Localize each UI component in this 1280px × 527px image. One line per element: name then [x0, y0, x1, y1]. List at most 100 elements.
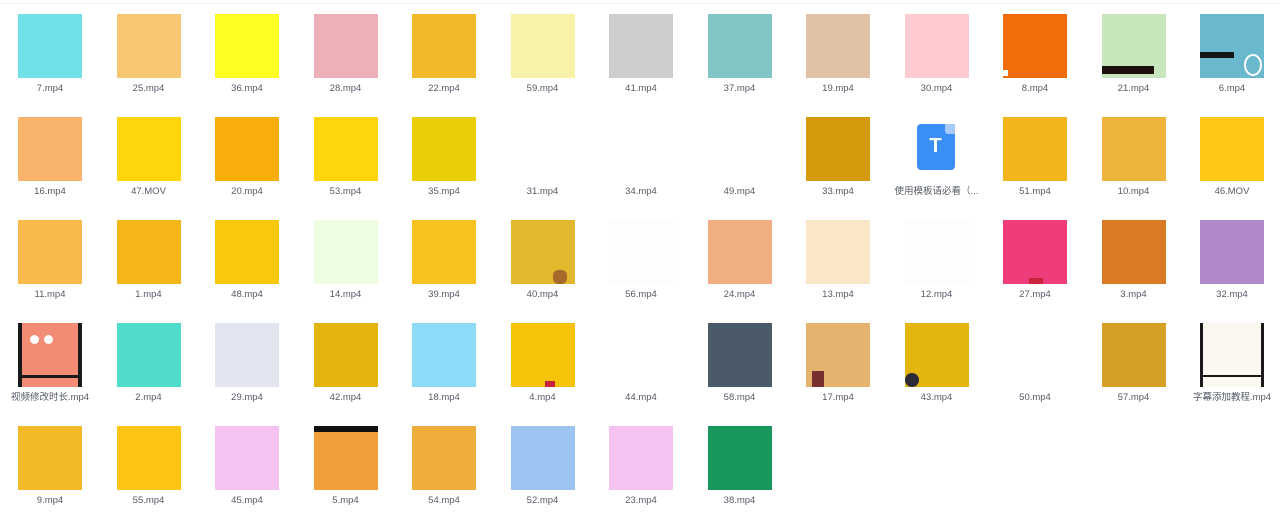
file-item[interactable]: 48.mp4: [198, 210, 296, 310]
file-item[interactable]: 52.mp4: [494, 416, 592, 516]
file-item[interactable]: 45.mp4: [198, 416, 296, 516]
file-item[interactable]: 5.mp4: [297, 416, 395, 516]
file-item[interactable]: 31.mp4: [494, 107, 592, 207]
file-name: 1.mp4: [135, 289, 162, 300]
file-item[interactable]: T 使用模板请必看（...: [888, 107, 986, 207]
file-item[interactable]: 56.mp4: [592, 210, 690, 310]
video-thumbnail: [116, 323, 181, 387]
file-name: 10.mp4: [1117, 186, 1150, 197]
file-name: 27.mp4: [1019, 289, 1051, 300]
file-name: 50.mp4: [1019, 392, 1051, 403]
file-name: 40.mp4: [526, 289, 559, 300]
file-item[interactable]: 57.mp4: [1085, 313, 1183, 413]
file-item[interactable]: 视频修改时长.mp4: [1, 313, 99, 413]
file-item[interactable]: 58.mp4: [691, 313, 789, 413]
file-item[interactable]: 18.mp4: [395, 313, 493, 413]
video-thumbnail: [215, 220, 279, 284]
file-name: 21.mp4: [1117, 83, 1150, 94]
video-thumbnail: [215, 117, 279, 181]
file-item[interactable]: 35.mp4: [395, 107, 493, 207]
file-name: 24.mp4: [723, 289, 756, 300]
video-thumbnail: [904, 14, 969, 78]
file-item[interactable]: 36.mp4: [198, 4, 296, 104]
file-item[interactable]: 50.mp4: [986, 313, 1084, 413]
file-item[interactable]: 9.mp4: [1, 416, 99, 516]
file-item[interactable]: 44.mp4: [592, 313, 690, 413]
file-item[interactable]: 43.mp4: [888, 313, 986, 413]
video-thumbnail: [1003, 220, 1067, 284]
file-item[interactable]: 7.mp4: [1, 4, 99, 104]
file-item[interactable]: 字幕添加教程.mp4: [1183, 313, 1280, 413]
file-item[interactable]: 28.mp4: [297, 4, 395, 104]
file-item[interactable]: 59.mp4: [494, 4, 592, 104]
file-item[interactable]: 32.mp4: [1183, 210, 1280, 310]
thumbnail-artwork: [18, 375, 82, 378]
file-item[interactable]: 6.mp4: [1183, 4, 1280, 104]
video-thumbnail: [510, 14, 575, 78]
video-thumbnail: [609, 426, 673, 490]
file-item[interactable]: 51.mp4: [986, 107, 1084, 207]
file-item[interactable]: 37.mp4: [691, 4, 789, 104]
file-item[interactable]: 3.mp4: [1085, 210, 1183, 310]
file-item[interactable]: 24.mp4: [691, 210, 789, 310]
thumbnail-artwork: [1261, 323, 1264, 387]
video-thumbnail: [1101, 14, 1166, 78]
file-name: 17.mp4: [822, 392, 854, 403]
file-item[interactable]: 38.mp4: [691, 416, 789, 516]
file-item[interactable]: 54.mp4: [395, 416, 493, 516]
video-thumbnail: [510, 117, 575, 181]
file-item[interactable]: 53.mp4: [297, 107, 395, 207]
file-item[interactable]: 4.mp4: [494, 313, 592, 413]
file-item[interactable]: 40.mp4: [494, 210, 592, 310]
file-name: 8.mp4: [1021, 83, 1049, 94]
file-item[interactable]: 13.mp4: [789, 210, 887, 310]
video-thumbnail: [412, 426, 476, 490]
file-name: 54.mp4: [428, 495, 460, 506]
file-item[interactable]: 27.mp4: [986, 210, 1084, 310]
file-name: 23.mp4: [625, 495, 657, 506]
file-item[interactable]: 1.mp4: [100, 210, 198, 310]
file-item[interactable]: 34.mp4: [592, 107, 690, 207]
file-item[interactable]: 25.mp4: [100, 4, 198, 104]
file-item[interactable]: 2.mp4: [100, 313, 198, 413]
file-item[interactable]: 16.mp4: [1, 107, 99, 207]
file-item[interactable]: 46.MOV: [1183, 107, 1280, 207]
file-name: 字幕添加教程.mp4: [1192, 392, 1272, 403]
file-item[interactable]: 42.mp4: [297, 313, 395, 413]
file-item[interactable]: 22.mp4: [395, 4, 493, 104]
file-item[interactable]: 29.mp4: [198, 313, 296, 413]
file-item[interactable]: 47.MOV: [100, 107, 198, 207]
file-item[interactable]: 14.mp4: [297, 210, 395, 310]
video-thumbnail: [116, 117, 181, 181]
file-item[interactable]: 49.mp4: [691, 107, 789, 207]
file-item[interactable]: 12.mp4: [888, 210, 986, 310]
file-name: 53.mp4: [329, 186, 362, 197]
file-grid: 7.mp4 25.mp4 36.mp4 28.mp4 22.mp4 59.mp4 41.mp…: [0, 0, 1280, 527]
file-item[interactable]: 55.mp4: [100, 416, 198, 516]
file-item[interactable]: 21.mp4: [1085, 4, 1183, 104]
video-thumbnail: [806, 117, 870, 181]
file-name: 32.mp4: [1216, 289, 1248, 300]
file-item[interactable]: 19.mp4: [789, 4, 887, 104]
file-item[interactable]: 11.mp4: [1, 210, 99, 310]
file-item[interactable]: 10.mp4: [1085, 107, 1183, 207]
file-item[interactable]: 39.mp4: [395, 210, 493, 310]
file-item[interactable]: 17.mp4: [789, 313, 887, 413]
video-thumbnail: [215, 323, 279, 387]
file-item[interactable]: 23.mp4: [592, 416, 690, 516]
file-item[interactable]: 30.mp4: [888, 4, 986, 104]
file-item[interactable]: 41.mp4: [592, 4, 690, 104]
file-name: 29.mp4: [231, 392, 263, 403]
thumbnail-artwork: [313, 426, 378, 432]
file-name: 13.mp4: [822, 289, 854, 300]
file-name: 14.mp4: [329, 289, 362, 300]
file-item[interactable]: 8.mp4: [986, 4, 1084, 104]
file-name: 7.mp4: [36, 83, 64, 94]
video-thumbnail: [18, 220, 82, 284]
file-name: 48.mp4: [231, 289, 263, 300]
file-item[interactable]: 33.mp4: [789, 107, 887, 207]
video-thumbnail: [707, 220, 772, 284]
file-item[interactable]: 20.mp4: [198, 107, 296, 207]
video-thumbnail: [18, 426, 82, 490]
file-name: 16.mp4: [34, 186, 66, 197]
